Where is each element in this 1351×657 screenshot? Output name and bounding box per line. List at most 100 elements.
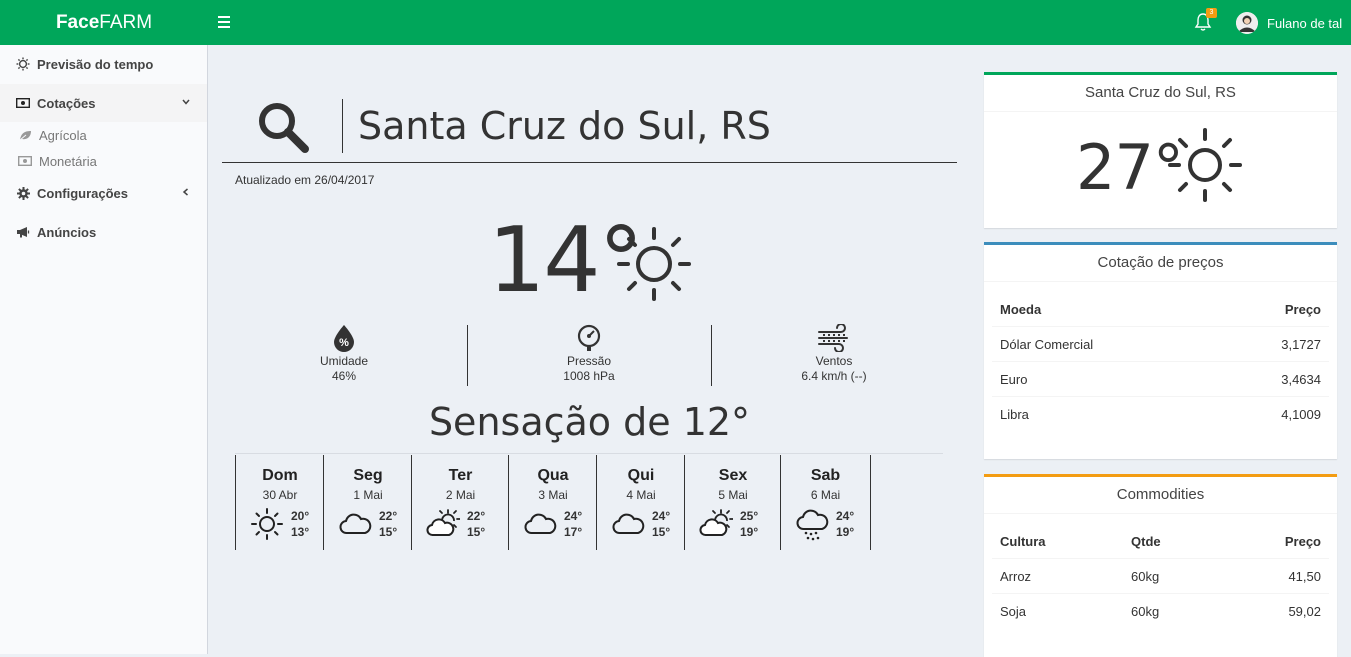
wind-value: 6.4 km/h (--) [801,369,867,383]
forecast-day-name: Qua [537,467,569,484]
forecast-high: 24° [836,509,855,523]
sidebar-item-label: Configurações [37,185,129,201]
table-row: Soja 60kg 59,02 [992,594,1329,629]
sunny-icon [251,508,283,540]
forecast-day: Qui 4 Mai 24° 15° [596,455,685,550]
gear-icon [16,186,30,200]
sidebar-item-cotacoes[interactable]: Cotações [0,84,207,122]
sidebar-subitem-label: Agrícola [39,127,87,143]
forecast-day-date: 1 Mai [353,488,383,502]
forecast-day: Seg 1 Mai 22° 15° [323,455,412,550]
top-navbar: FaceFARM 3 Fulano de tal [0,0,1351,45]
crop-quantity: 60kg [1131,603,1160,619]
column-header: Moeda [992,292,1216,327]
brand-logo[interactable]: FaceFARM [0,0,208,45]
sidebar-subitem-label: Monetária [39,153,97,169]
forecast-day-date: 2 Mai [445,488,476,502]
rain-cloud-icon [796,509,829,541]
pressure-stat: Pressão 1008 hPa [479,324,699,384]
commodities-table: Cultura Qtde Preço Arroz 60kg 41,50 Soja… [992,524,1329,628]
column-header: Qtde [1123,524,1220,559]
sidebar-toggle-icon[interactable] [218,13,234,31]
city-weather-box: Santa Cruz do Sul, RS 27° [984,72,1337,228]
prices-title: Cotação de preços [984,245,1337,282]
cloud-icon [612,513,645,534]
sidebar-subitem-monetaria[interactable]: Monetária [0,149,207,173]
city-search[interactable]: Santa Cruz do Sul, RS [222,90,957,163]
cloud-icon [524,513,557,534]
forecast-day: Dom 30 Abr 20° 13° [235,455,324,550]
commodities-title: Commodities [984,477,1337,514]
humidity-stat: % Umidade 46% [234,324,454,384]
crop-quantity: 60kg [1123,558,1220,594]
currency-price: 3,4634 [1215,361,1329,397]
sunny-icon [617,227,691,301]
table-header-row: Moeda Preço [992,292,1329,327]
wind-stat: Ventos 6.4 km/h (--) [724,324,944,384]
user-menu[interactable]: Fulano de tal [1236,11,1342,35]
city-weather-title: Santa Cruz do Sul, RS [984,75,1337,112]
forecast-divider [235,453,943,454]
forecast-day-date: 5 Mai [718,488,748,502]
sunny-icon [1168,128,1242,202]
money-icon [16,96,30,110]
avatar [1236,12,1258,34]
column-header: Cultura [992,524,1123,559]
sidebar-item-label: Cotações [37,95,96,111]
forecast-day-name: Sex [718,467,748,484]
forecast-high: 22° [467,509,486,523]
forecast-high: 22° [379,509,398,523]
forecast-high: 24° [564,509,583,523]
forecast-day: Qua 3 Mai 24° 17° [508,455,597,550]
table-row: Arroz 60kg 41,50 [992,558,1329,594]
chevron-left-icon [182,188,188,196]
sun-outline-icon [16,57,30,71]
table-row: Libra 4,1009 [992,397,1329,432]
sidebar-item-previsao[interactable]: Previsão do tempo [0,45,207,83]
forecast-high: 25° [740,509,759,523]
sidebar-item-configuracoes[interactable]: Configurações [0,174,207,212]
forecast-low: 15° [379,525,398,539]
user-name: Fulano de tal [1267,15,1343,31]
sidebar-item-label: Anúncios [37,224,97,240]
city-name[interactable]: Santa Cruz do Sul, RS [358,104,771,148]
search-divider [342,99,343,153]
wind-label: Ventos [815,354,853,368]
currency-price: 3,1727 [1215,326,1329,362]
currency-name: Dólar Comercial [992,326,1216,362]
crop-name: Arroz [992,558,1123,594]
search-icon[interactable] [256,100,310,154]
sidebar: Previsão do tempo Cotações Agrícola Mone… [0,45,208,654]
forecast-day-name: Dom [262,467,298,484]
column-header: Preço [1215,292,1329,327]
table-row: Dólar Comercial 3,1727 [992,326,1329,362]
notification-badge: 3 [1206,8,1217,18]
divider [711,325,712,386]
prices-box: Cotação de preços Moeda Preço Dólar Come… [984,242,1337,459]
sidebar-item-anuncios[interactable]: Anúncios [0,213,207,251]
forecast-day: Ter 2 Mai 22° 15° [411,455,509,550]
sidebar-item-label: Previsão do tempo [37,56,154,72]
leaf-icon [18,130,32,141]
prices-table: Moeda Preço Dólar Comercial 3,1727 Euro … [992,292,1329,431]
chevron-down-icon [182,99,190,105]
humidity-label: Umidade [319,354,369,368]
forecast-day: Sex 5 Mai 25° 19° [684,455,781,550]
humidity-drop-icon: % [334,325,354,352]
sidebar-subitem-agricola[interactable]: Agrícola [0,123,207,147]
partly-cloudy-icon [699,509,733,536]
wind-icon [818,324,848,352]
forecast-low: 13° [291,525,310,539]
forecast-day-name: Sab [810,467,841,484]
forecast-day-date: 4 Mai [626,488,656,502]
feels-like: Sensação de 12° [428,400,751,444]
currency-name: Libra [1000,406,1029,422]
divider [467,325,468,386]
column-header: Preço [1219,524,1329,559]
crop-name: Soja [1000,603,1027,619]
forecast-day-date: 6 Mai [810,488,841,502]
forecast-day-name: Seg [353,467,383,484]
forecast-day-date: 30 Abr [262,488,298,502]
table-row: Euro 3,4634 [992,361,1329,397]
forecast-day: Sab 6 Mai 24° 19° [780,455,871,550]
